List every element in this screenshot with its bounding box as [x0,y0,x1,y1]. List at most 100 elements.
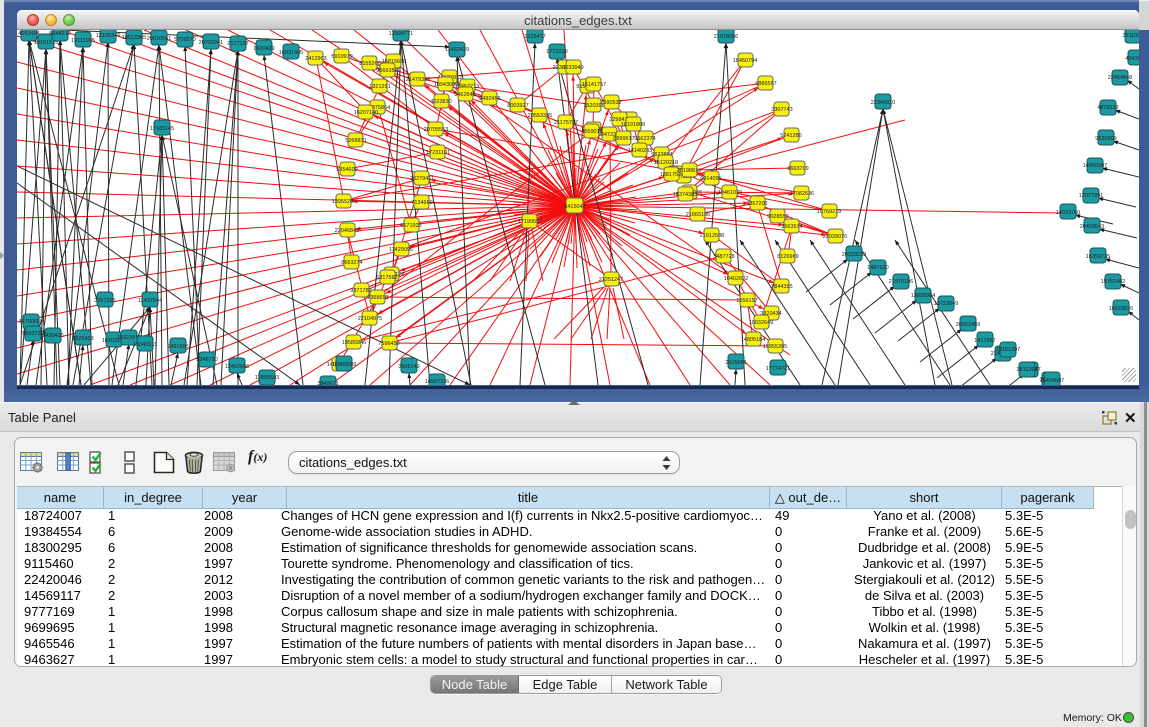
svg-text:1487630: 1487630 [867,265,888,271]
svg-text:21970196: 21970196 [889,279,913,285]
svg-text:10032649: 10032649 [749,320,773,326]
svg-text:11462429: 11462429 [445,47,469,53]
svg-text:2491995: 2491995 [167,344,188,350]
svg-text:10402602: 10402602 [724,276,748,282]
svg-text:16931405: 16931405 [279,50,303,56]
svg-text:21078056: 21078056 [714,34,738,40]
svg-text:14805184: 14805184 [741,337,765,343]
svg-text:20279411: 20279411 [410,176,434,182]
svg-text:6171923: 6171923 [400,223,421,229]
svg-text:14033760: 14033760 [1056,210,1080,216]
svg-text:5583730: 5583730 [22,331,43,337]
svg-text:20493543: 20493543 [1080,224,1104,230]
svg-text:18513365: 18513365 [122,35,146,41]
svg-text:10461070: 10461070 [718,190,742,196]
svg-text:8663274: 8663274 [341,260,362,266]
svg-text:8663709: 8663709 [787,166,808,172]
svg-text:19586846: 19586846 [342,340,366,346]
svg-text:5346790: 5346790 [196,357,217,363]
svg-text:13374383: 13374383 [673,192,697,198]
svg-text:3487728: 3487728 [713,254,734,260]
svg-text:2015681: 2015681 [725,360,746,366]
svg-text:9371782: 9371782 [350,288,371,294]
svg-text:17774721: 17774721 [766,366,790,372]
svg-text:3511000: 3511000 [1122,33,1139,39]
svg-text:12462666: 12462666 [225,364,249,370]
svg-text:15120218: 15120218 [654,160,678,166]
svg-text:17190557: 17190557 [518,219,542,225]
svg-text:12077991: 12077991 [1079,193,1103,199]
svg-text:8126969: 8126969 [777,254,798,260]
svg-text:5241286: 5241286 [780,133,801,139]
svg-text:6886567: 6886567 [755,81,776,87]
svg-text:17082636: 17082636 [790,191,814,197]
svg-text:21479382: 21479382 [406,77,430,83]
svg-text:4659019: 4659019 [581,129,602,135]
svg-text:19769219: 19769219 [817,209,841,215]
svg-text:5910979: 5910979 [331,54,352,60]
svg-text:17231101: 17231101 [426,150,450,156]
svg-text:5415042: 5415042 [564,204,585,210]
svg-text:4878232: 4878232 [1097,105,1118,111]
svg-text:15781482: 15781482 [1101,279,1125,285]
svg-text:2590532: 2590532 [600,100,621,106]
svg-text:3257225: 3257225 [94,298,115,304]
svg-text:5709270: 5709270 [174,37,195,43]
svg-text:20198819: 20198819 [677,168,701,174]
svg-text:2125477: 2125477 [524,34,545,40]
svg-text:20551459: 20551459 [956,322,980,328]
svg-text:17181145: 17181145 [150,126,174,132]
svg-text:8999617: 8999617 [613,136,634,142]
svg-text:12105340: 12105340 [96,33,120,39]
svg-text:21612588: 21612588 [700,233,724,239]
svg-text:21665186: 21665186 [686,212,710,218]
svg-text:13723049: 13723049 [934,301,958,307]
svg-text:4023830: 4023830 [430,99,451,105]
svg-text:2177107: 2177107 [227,41,248,47]
svg-text:2563574: 2563574 [781,224,802,230]
svg-text:14966907: 14966907 [1083,163,1107,169]
svg-text:19161397: 19161397 [996,347,1020,353]
svg-text:1417657: 1417657 [974,338,995,344]
svg-text:2412903: 2412903 [305,56,326,62]
svg-text:9357202: 9357202 [746,201,767,207]
svg-text:3307743: 3307743 [771,107,792,113]
svg-text:11437544: 11437544 [138,298,162,304]
svg-text:21251247: 21251247 [599,277,623,283]
svg-text:1600429: 1600429 [253,46,274,52]
svg-text:11429096: 11429096 [389,247,413,253]
svg-text:3430416: 3430416 [42,333,63,339]
svg-text:4041656: 4041656 [1125,56,1139,62]
svg-text:22928076: 22928076 [823,234,847,240]
svg-text:9666356: 9666356 [376,68,397,74]
svg-text:3811264: 3811264 [1016,367,1037,373]
svg-text:3849671: 3849671 [317,381,338,385]
svg-text:18450794: 18450794 [733,58,757,64]
svg-text:3492456: 3492456 [479,96,500,102]
svg-text:7368653: 7368653 [367,295,388,301]
svg-text:7844395: 7844395 [771,284,792,290]
svg-text:5644212: 5644212 [49,31,70,37]
svg-text:6317562: 6317562 [376,275,397,281]
svg-text:16207140: 16207140 [354,110,378,116]
svg-text:4093454: 4093454 [18,31,39,37]
svg-text:1556157: 1556157 [736,298,757,304]
svg-text:20705553: 20705553 [424,127,448,133]
svg-text:22046845: 22046845 [335,228,359,234]
svg-text:3525403: 3525403 [72,336,93,342]
svg-text:13955266: 13955266 [332,199,356,205]
svg-text:16880589: 16880589 [332,362,356,368]
svg-text:1713339: 1713339 [546,49,567,55]
svg-text:20553335: 20553335 [528,113,552,119]
svg-text:20220230: 20220230 [842,252,866,258]
svg-text:13340511: 13340511 [133,342,157,348]
svg-text:16359735: 16359735 [1086,254,1110,260]
svg-text:22454848: 22454848 [1108,75,1132,81]
svg-text:22104975: 22104975 [358,316,382,322]
svg-text:9562374: 9562374 [634,136,655,142]
svg-text:7596458: 7596458 [378,341,399,347]
svg-text:21175737: 21175737 [554,120,578,126]
svg-text:1321291: 1321291 [369,84,390,90]
svg-text:9630309: 9630309 [1095,136,1116,142]
svg-text:3606149: 3606149 [398,364,419,370]
